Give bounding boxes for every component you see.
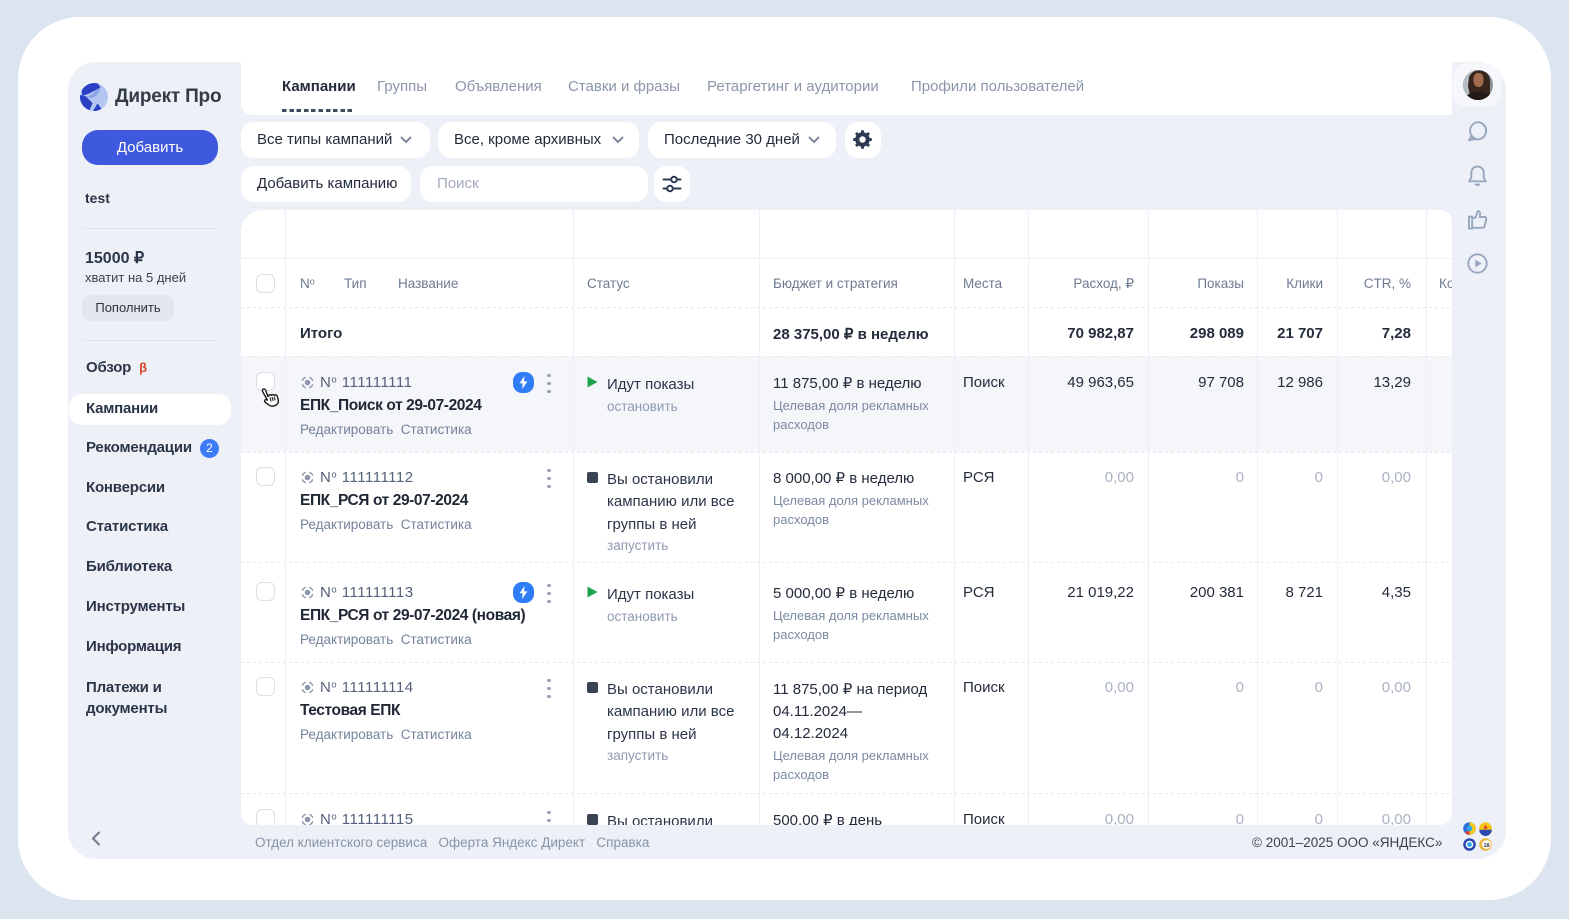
svg-text:18: 18: [1483, 843, 1489, 849]
